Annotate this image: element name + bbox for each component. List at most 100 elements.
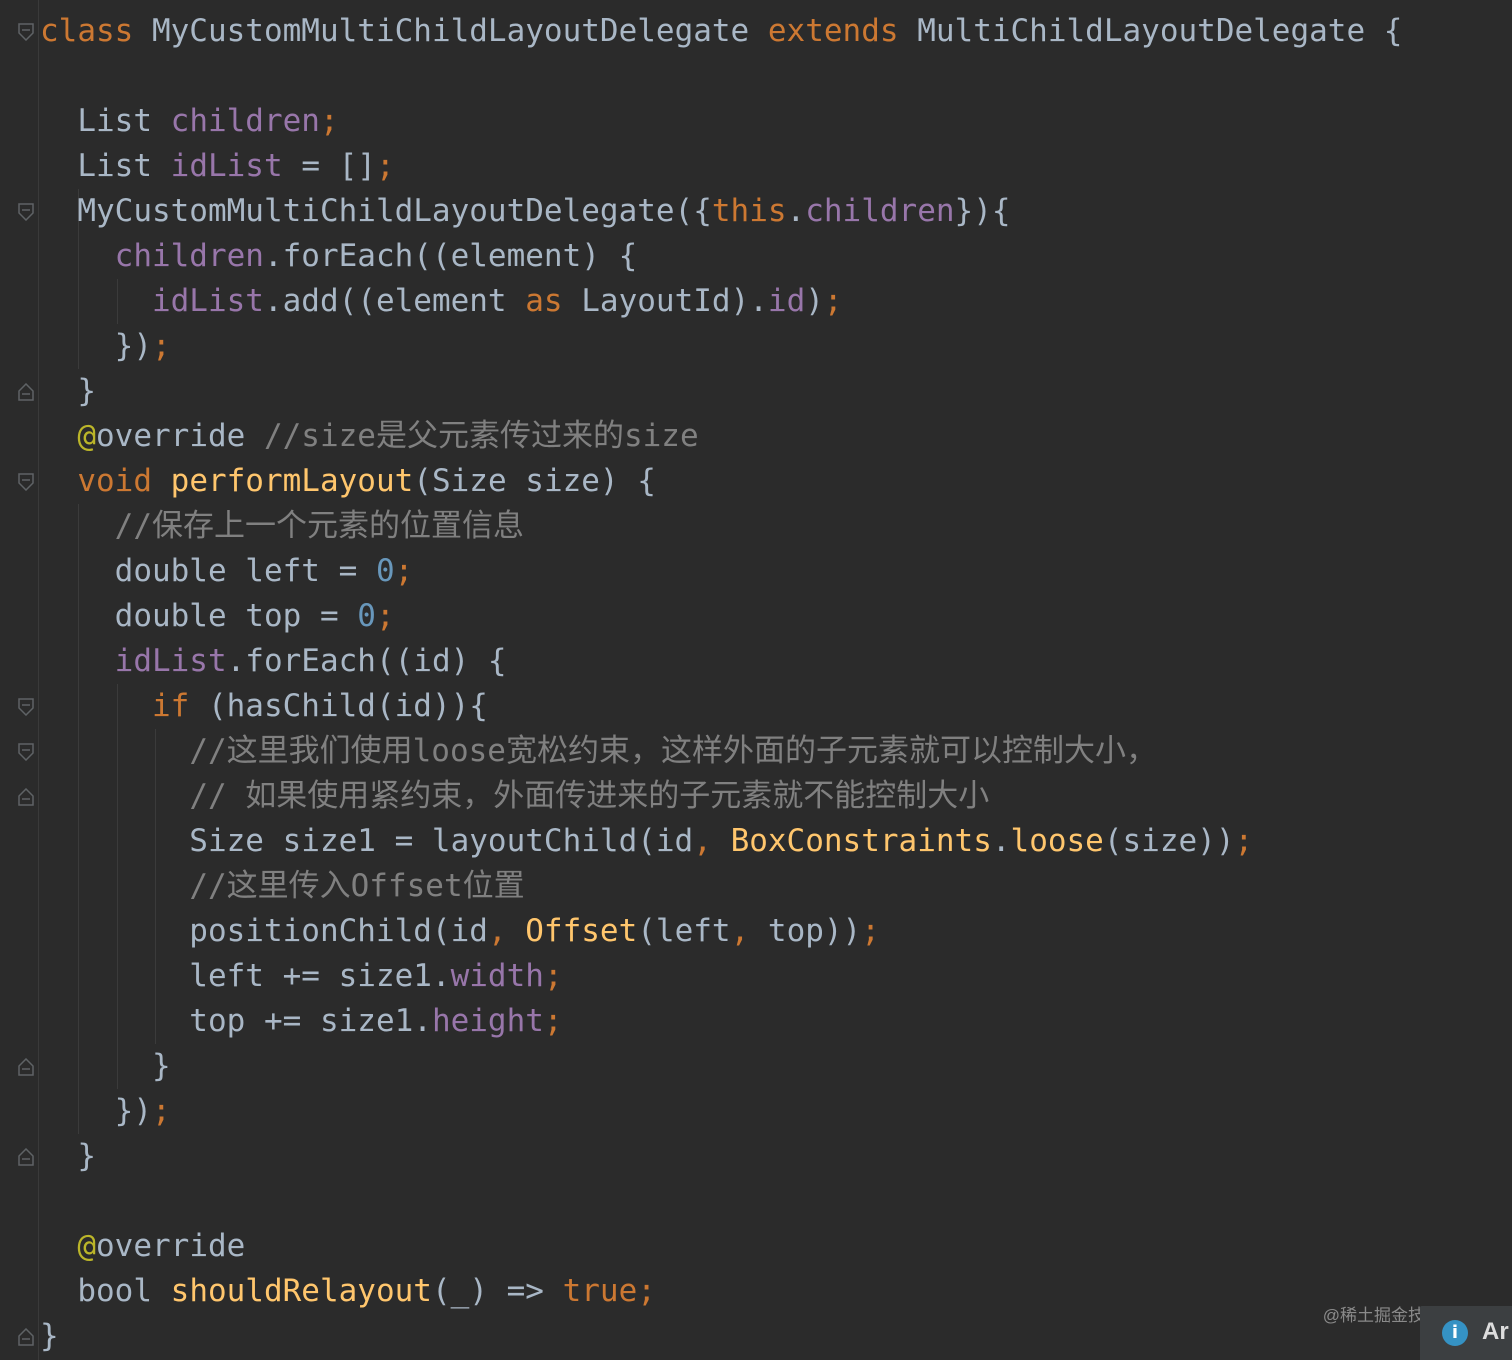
code-token: top)) [767,913,862,949]
code-token: (hasChild(id)){ [207,688,488,724]
fold-close-icon[interactable] [18,1328,34,1346]
code-token: true; [562,1273,656,1309]
code-token: Offset [525,913,638,949]
code-line[interactable]: //这里我们使用loose宽松约束，这样外面的子元素就可以控制大小， [40,729,1510,774]
code-line[interactable]: bool shouldRelayout(_) => true; [40,1269,1510,1314]
code-line[interactable]: //保存上一个元素的位置信息 [40,504,1510,549]
code-token: as [525,283,582,319]
code-line[interactable]: ​ [40,1179,1510,1224]
code-line[interactable]: } [40,1134,1510,1179]
code-token: ; [151,1093,171,1129]
code-token: id [767,283,806,319]
code-token: extends [767,13,918,49]
fold-open-icon[interactable] [18,698,34,716]
code-token: .forEach((id) { [226,643,507,679]
code-token: children [805,193,955,229]
code-token: MyCustomMultiChildLayoutDelegate [151,13,768,49]
fold-close-icon[interactable] [18,383,34,401]
code-token: void [77,463,171,499]
code-line[interactable]: ​ [40,54,1510,99]
code-token: , [487,913,526,949]
code-token: ; [375,148,395,184]
code-line[interactable]: @override //size是父元素传过来的size [40,414,1510,459]
code-token: // 如果使用紧约束，外面传进来的子元素就不能控制大小 [189,778,990,814]
code-line[interactable]: top += size1.height; [40,999,1510,1044]
code-line[interactable]: idList.add((element as LayoutId).id); [40,279,1510,324]
code-line[interactable]: double left = 0; [40,549,1510,594]
code-line[interactable]: List idList = []; [40,144,1510,189]
code-line[interactable]: children.forEach((element) { [40,234,1510,279]
code-token: } [40,1048,171,1084]
code-line[interactable]: @override [40,1224,1510,1269]
fold-open-icon[interactable] [18,203,34,221]
code-line[interactable]: } [40,1314,1510,1359]
code-token: //size是父元素传过来的size [263,418,699,454]
code-line[interactable]: List children; [40,99,1510,144]
fold-open-icon[interactable] [18,743,34,761]
code-token: //这里传入Offset位置 [189,868,525,904]
fold-open-icon[interactable] [18,23,34,41]
code-token: ; [543,1003,563,1039]
fold-close-icon[interactable] [18,788,34,806]
code-token: } [40,1138,96,1174]
fold-close-icon[interactable] [18,1148,34,1166]
code-token: ; [394,553,414,589]
code-line[interactable]: } [40,369,1510,414]
code-token: MultiChildLayoutDelegate { [917,13,1403,49]
code-editor[interactable]: class MyCustomMultiChildLayoutDelegate e… [0,0,1512,1360]
code-token: height [431,1003,544,1039]
fold-close-icon[interactable] [18,1058,34,1076]
code-token: children [114,238,264,274]
code-line[interactable]: class MyCustomMultiChildLayoutDelegate e… [40,9,1510,54]
code-line[interactable]: left += size1.width; [40,954,1510,999]
code-token: ; [543,958,563,994]
code-area[interactable]: class MyCustomMultiChildLayoutDelegate e… [40,9,1510,1359]
code-token: List [40,148,171,184]
code-token: 0 [375,553,395,589]
code-line[interactable]: }); [40,324,1510,369]
notification-balloon[interactable]: i Ar [1420,1306,1512,1360]
code-token: } [40,1318,59,1354]
code-token: left += size1. [40,958,451,994]
code-token: top += size1. [40,1003,432,1039]
code-token: ; [375,598,395,634]
code-token: }) [40,328,152,364]
code-token: performLayout [170,463,414,499]
code-line[interactable]: }); [40,1089,1510,1134]
code-token: 0 [357,598,376,634]
code-line[interactable]: idList.forEach((id) { [40,639,1510,684]
code-line[interactable]: //这里传入Offset位置 [40,864,1510,909]
gutter-divider [38,0,39,1360]
code-token: , [693,823,731,859]
code-token: = [] [301,148,376,184]
code-token: idList [151,283,264,319]
code-line[interactable]: double top = 0; [40,594,1510,639]
fold-open-icon[interactable] [18,473,34,491]
code-token: ; [151,328,171,364]
code-token: . [991,823,1011,859]
code-token: ; [861,913,880,949]
code-line[interactable]: } [40,1044,1510,1089]
code-token: ; [823,283,843,319]
code-token: //保存上一个元素的位置信息 [114,508,524,544]
code-line[interactable]: void performLayout(Size size) { [40,459,1510,504]
code-token: .add((element [263,283,526,319]
code-token: }){ [954,193,1011,229]
code-line[interactable]: // 如果使用紧约束，外面传进来的子元素就不能控制大小 [40,774,1510,819]
code-line[interactable]: positionChild(id, Offset(left, top)); [40,909,1510,954]
code-line[interactable]: Size size1 = layoutChild(id, BoxConstrai… [40,819,1510,864]
code-token: idList [170,148,302,184]
code-line[interactable]: if (hasChild(id)){ [40,684,1510,729]
code-token: List [40,103,171,139]
code-line[interactable]: MyCustomMultiChildLayoutDelegate({this.c… [40,189,1510,234]
code-token: double left = [40,553,376,589]
code-token: bool [40,1273,171,1309]
code-token: } [40,373,96,409]
code-token: idList [114,643,227,679]
